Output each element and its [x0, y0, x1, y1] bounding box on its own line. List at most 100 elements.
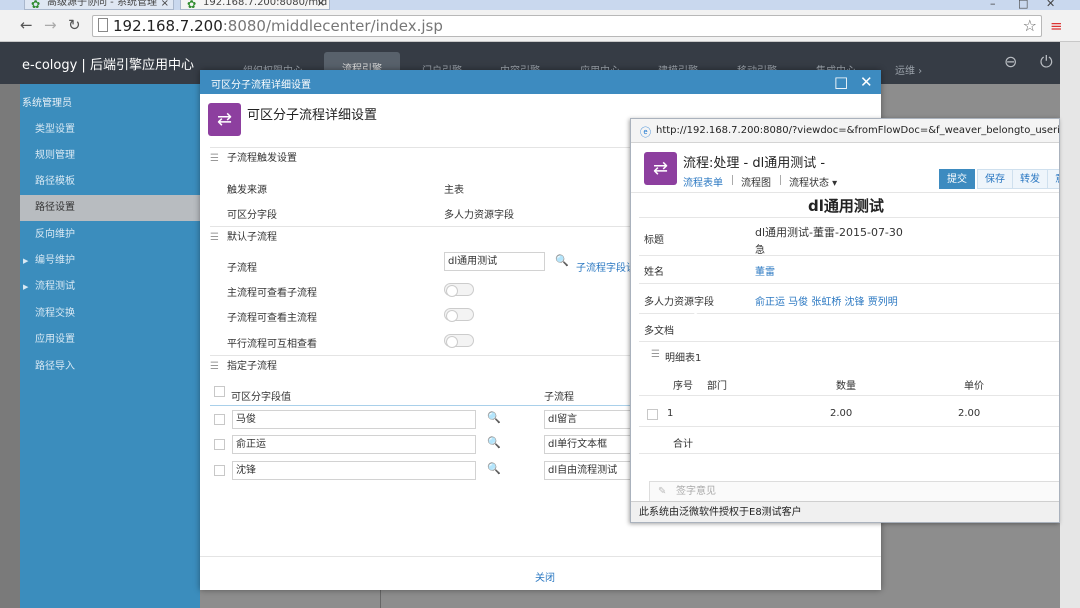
sidebar-title: 系统管理员	[22, 98, 72, 109]
workflow-logo-icon: ⇄	[208, 103, 241, 136]
sidebar-item-numbering[interactable]: ▶ 编号维护	[20, 248, 200, 274]
subflow-input[interactable]: dl通用测试	[444, 252, 545, 271]
row-divider	[639, 217, 1059, 218]
detail-row-qty: 2.00	[830, 408, 853, 419]
row-divider	[639, 283, 1059, 284]
maximize-window-icon[interactable]: □	[1018, 0, 1028, 10]
search-icon[interactable]: 🔍	[487, 462, 501, 475]
ie-icon: ⓔ	[640, 126, 651, 139]
browser-menu-icon[interactable]: ≡	[1050, 17, 1063, 35]
tab-form[interactable]: 流程表单	[683, 174, 723, 189]
tab-status[interactable]: 流程状态 ▾	[789, 174, 837, 189]
left-gutter	[0, 84, 20, 608]
dialog-bar-title: 可区分子流程详细设置	[211, 80, 311, 91]
sidebar-item-app-settings[interactable]: 应用设置	[20, 327, 200, 353]
power-icon[interactable]: ⏻	[1040, 52, 1053, 72]
close-button[interactable]: 关闭	[535, 569, 555, 584]
minus-circle-icon[interactable]: ⊖	[1004, 52, 1017, 71]
document-title: dl通用测试	[808, 197, 884, 215]
subflow-field-settings-link[interactable]: 子流程字段设	[576, 259, 636, 274]
subject-value: dl通用测试-董雷-2015-07-30	[755, 226, 903, 239]
name-label: 姓名	[644, 267, 664, 278]
sidebar-item-templates[interactable]: 路径模板	[20, 169, 200, 195]
minimize-window-icon[interactable]: –	[990, 0, 996, 10]
browser-tab-strip: ✿ 高级源子协同 - 系统管理 × ✿ 192.168.7.200:8080/m…	[0, 0, 1080, 10]
subflow-label: 子流程	[227, 263, 257, 274]
browser-tab-2[interactable]: ✿ 192.168.7.200:8080/mid ×	[180, 0, 330, 10]
name-value[interactable]: 董雷	[755, 263, 775, 278]
gear-icon: ✿	[31, 0, 41, 10]
sidebar-item-rules[interactable]: 规则管理	[20, 143, 200, 169]
search-icon[interactable]: 🔍	[487, 411, 501, 424]
submit-button[interactable]: 提交	[939, 169, 975, 189]
signature-opinion-box[interactable]: ✎ 签字意见	[649, 481, 1059, 501]
close-window-icon[interactable]: ✕	[1046, 0, 1055, 10]
row-checkbox[interactable]	[647, 409, 658, 420]
browser-tab-1[interactable]: ✿ 高级源子协同 - 系统管理 ×	[24, 0, 174, 10]
divider	[380, 590, 381, 608]
sidebar-item-type-settings[interactable]: 类型设置	[20, 117, 200, 143]
bookmark-star-icon[interactable]: ☆	[1023, 16, 1037, 35]
separator	[780, 175, 781, 185]
signature-placeholder: 签字意见	[676, 486, 716, 497]
toggle1-label: 主流程可查看子流程	[227, 288, 317, 299]
urgency-value: 急	[755, 245, 765, 256]
multi-doc-label: 多文档	[644, 326, 674, 337]
hr-field-value[interactable]: 俞正运 马俊 张虹桥 沈锋 贾列明	[755, 293, 898, 308]
address-text: 192.168.7.200:8080/middlecenter/index.js…	[113, 17, 443, 35]
page-icon	[98, 18, 108, 32]
separator	[732, 175, 733, 185]
field-value-input[interactable]: 俞正运	[232, 435, 476, 454]
opinion-button[interactable]: 意	[1047, 169, 1059, 189]
close-tab-icon[interactable]: ×	[317, 0, 325, 9]
page-scrollbar[interactable]	[1060, 42, 1080, 608]
forward-arrow-icon[interactable]: →	[44, 16, 57, 34]
back-arrow-icon[interactable]: ←	[20, 16, 33, 34]
sidebar-item-reverse[interactable]: 反向维护	[20, 222, 200, 248]
save-button[interactable]: 保存	[977, 169, 1013, 189]
field-value-input[interactable]: 沈锋	[232, 461, 476, 480]
subflow-cell-input[interactable]: dl自由流程测试	[544, 461, 640, 480]
close-tab-icon[interactable]: ×	[161, 0, 169, 9]
sidebar-item-import[interactable]: 路径导入	[20, 354, 200, 380]
close-icon[interactable]: ✕	[860, 73, 873, 91]
row-checkbox[interactable]	[214, 465, 225, 476]
sidebar-item-exchange[interactable]: 流程交换	[20, 301, 200, 327]
row-divider	[639, 313, 1059, 314]
hamburger-icon: ☰	[210, 232, 219, 243]
sidebar-item-test[interactable]: ▶ 流程测试	[20, 274, 200, 300]
tab-flowchart[interactable]: 流程图	[741, 174, 771, 189]
detail-table-title: 明细表1	[665, 353, 702, 364]
toggle-sub-view-main[interactable]	[444, 308, 474, 322]
field-value-input[interactable]: 马俊	[232, 410, 476, 429]
toggle-main-view-sub[interactable]	[444, 283, 474, 297]
row-divider	[639, 255, 1059, 256]
subflow-cell-input[interactable]: dl单行文本框	[544, 435, 640, 454]
detail-row-price: 2.00	[958, 408, 981, 419]
row-checkbox[interactable]	[214, 439, 225, 450]
reload-icon[interactable]: ↻	[68, 16, 81, 34]
detail-col-dept: 部门	[707, 381, 727, 392]
search-icon[interactable]: 🔍	[555, 254, 569, 267]
hr-field-label: 多人力资源字段	[644, 297, 714, 308]
row-divider	[639, 453, 1059, 454]
dialog-titlebar: 可区分子流程详细设置 □ ✕	[200, 70, 881, 94]
row-checkbox[interactable]	[214, 414, 225, 425]
app-brand: e-cology | 后端引擎应用中心	[22, 58, 194, 73]
toggle2-label: 子流程可查看主流程	[227, 313, 317, 324]
subflow-cell-input[interactable]: dl留言	[544, 410, 640, 429]
forward-button[interactable]: 转发	[1012, 169, 1048, 189]
search-icon[interactable]: 🔍	[487, 436, 501, 449]
subject-label: 标题	[644, 235, 664, 246]
sidebar-item-path-settings[interactable]: 路径设置	[20, 195, 200, 221]
popup-address-bar[interactable]: ⓔ http://192.168.7.200:8080/?viewdoc=&fr…	[631, 119, 1059, 143]
tab-ops[interactable]: 运维 ›	[895, 62, 922, 77]
maximize-icon[interactable]: □	[834, 73, 848, 91]
detail-col-qty: 数量	[836, 381, 856, 392]
select-all-checkbox[interactable]	[214, 386, 225, 397]
address-bar[interactable]: 192.168.7.200:8080/middlecenter/index.js…	[92, 15, 1042, 37]
sidebar: 系统管理员 类型设置 规则管理 路径模板 路径设置 反向维护 ▶ 编号维护 ▶ 流程…	[20, 84, 200, 608]
toggle-parallel-view[interactable]	[444, 334, 474, 348]
table-header: 可区分字段值 子流程	[210, 380, 640, 406]
popup-status-bar: 此系统由泛微软件授权于E8测试客户	[631, 501, 1059, 522]
